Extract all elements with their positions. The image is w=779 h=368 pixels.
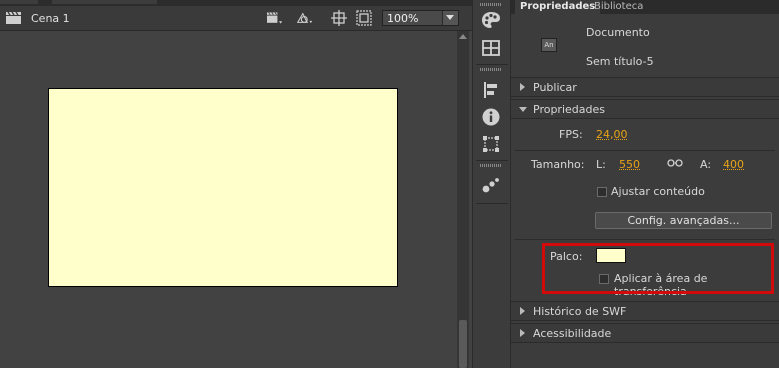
transform-icon[interactable] xyxy=(481,134,501,154)
center-stage-icon[interactable] xyxy=(331,10,347,26)
grip-handle[interactable] xyxy=(480,3,502,6)
size-label: Tamanho: xyxy=(531,158,585,171)
align-icon[interactable] xyxy=(481,80,501,100)
clapper-icon xyxy=(6,12,21,24)
tool-separator xyxy=(476,64,508,65)
tool-separator xyxy=(476,203,508,204)
fit-content-label: Ajustar conteúdo xyxy=(611,185,705,198)
chevron-right-icon xyxy=(520,329,525,337)
stage-canvas[interactable] xyxy=(48,88,398,287)
fps-value[interactable]: 24,00 xyxy=(596,128,628,141)
height-label: A: xyxy=(700,158,712,171)
advanced-settings-button[interactable]: Config. avançadas... xyxy=(595,212,772,229)
scroll-up-icon[interactable] xyxy=(459,34,467,39)
tool-separator xyxy=(476,160,508,161)
height-value[interactable]: 400 xyxy=(723,158,744,171)
edit-symbol-icon[interactable] xyxy=(297,10,313,26)
grid-icon[interactable] xyxy=(481,38,501,58)
section-historico-swf[interactable]: Histórico de SWF xyxy=(511,301,779,321)
section-publicar[interactable]: Publicar xyxy=(511,77,779,97)
fit-content-checkbox[interactable] xyxy=(597,187,607,197)
chevron-right-icon xyxy=(520,83,525,91)
chevron-right-icon xyxy=(520,307,525,315)
width-value[interactable]: 550 xyxy=(619,158,640,171)
section-acessibilidade[interactable]: Acessibilidade xyxy=(511,323,779,343)
vertical-scrollbar[interactable] xyxy=(457,31,469,368)
chevron-down-icon[interactable] xyxy=(442,11,458,25)
grip-handle[interactable] xyxy=(480,164,502,167)
width-label: L: xyxy=(596,158,606,171)
section-propriedades[interactable]: Propriedades xyxy=(511,99,779,119)
scene-label: Cena 1 xyxy=(31,12,70,25)
scrollbar-thumb[interactable] xyxy=(459,320,467,368)
document-name: Sem título-5 xyxy=(586,55,654,68)
chevron-down-icon xyxy=(519,107,527,112)
tab-biblioteca[interactable]: Biblioteca xyxy=(589,0,648,14)
document-icon: An xyxy=(541,38,557,52)
color-palette-icon[interactable] xyxy=(481,10,501,30)
document-type: Documento xyxy=(586,26,650,39)
link-chain-icon[interactable] xyxy=(667,157,683,169)
info-icon[interactable] xyxy=(481,107,501,127)
grip-handle[interactable] xyxy=(480,68,502,71)
zoom-select[interactable]: 100% xyxy=(382,10,459,26)
edit-scene-icon[interactable] xyxy=(267,10,283,26)
clip-icon[interactable] xyxy=(356,10,372,26)
red-highlight-box xyxy=(542,243,774,294)
divider xyxy=(515,239,775,240)
fps-label: FPS: xyxy=(559,128,583,141)
motion-presets-icon[interactable] xyxy=(481,175,501,195)
divider xyxy=(515,150,775,151)
zoom-value: 100% xyxy=(387,12,419,25)
tab-propriedades[interactable]: Propriedades xyxy=(515,0,601,14)
